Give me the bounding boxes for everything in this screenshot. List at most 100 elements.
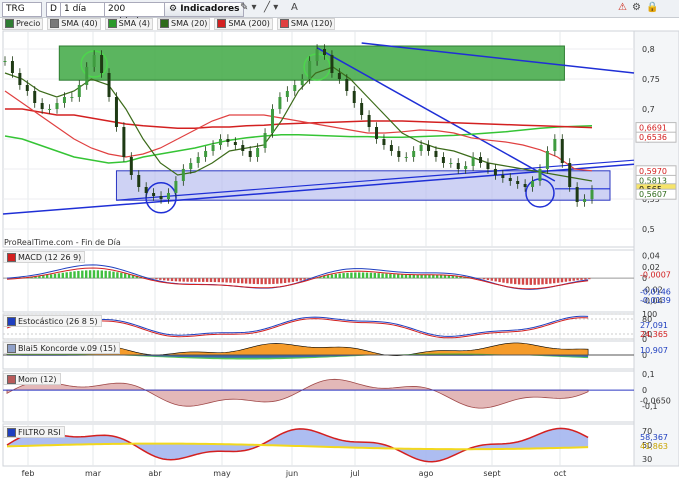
candle-body — [226, 139, 230, 142]
candle-body — [538, 169, 542, 181]
candle-body — [263, 133, 267, 148]
macd-histogram-bar — [182, 278, 185, 282]
macd-histogram-bar — [373, 272, 376, 279]
macd-histogram-bar — [510, 278, 513, 284]
candle-body — [367, 115, 371, 127]
x-tick-label: may — [213, 469, 231, 478]
macd-histogram-bar — [424, 274, 427, 279]
macd-histogram-bar — [252, 278, 256, 284]
macd-histogram-bar — [346, 272, 349, 279]
macd-histogram-bar — [549, 278, 552, 284]
candle-body — [33, 91, 37, 103]
macd-histogram-bar — [205, 278, 209, 282]
macd-histogram-bar — [521, 278, 525, 285]
koncorde-label[interactable]: Blai5 Koncorde v.09 (15) — [3, 342, 121, 354]
macd-histogram-bar — [436, 275, 439, 279]
candle-body — [389, 145, 393, 151]
macd-histogram-bar — [104, 270, 107, 279]
y-tick-label: 0,5 — [642, 225, 655, 234]
macd-histogram-bar — [65, 272, 68, 279]
candle-body — [55, 103, 59, 109]
candle-body — [352, 91, 356, 103]
y-tick-label: 30 — [642, 455, 652, 464]
candle-body — [545, 151, 549, 169]
rsi-swatch — [7, 427, 16, 437]
macd-histogram-bar — [241, 278, 244, 284]
candle-body — [583, 199, 587, 202]
rsi-value-tag: 58,367 — [640, 433, 668, 442]
stoch-label[interactable]: Estocástico (26 8 5) — [3, 315, 102, 327]
candle-body — [270, 109, 274, 133]
candle-body — [25, 85, 29, 91]
candle-body — [285, 91, 289, 97]
macd-label[interactable]: MACD (12 26 9) — [3, 251, 86, 263]
candle-body — [508, 178, 512, 181]
macd-histogram-bar — [358, 272, 361, 279]
macd-histogram-bar — [92, 270, 96, 279]
macd-histogram-bar — [233, 278, 236, 283]
candle-body — [241, 145, 245, 151]
macd-histogram-bar — [541, 278, 544, 285]
price-tag-label: 0,6536 — [639, 133, 667, 142]
candle-body — [308, 61, 312, 79]
x-tick-label: ago — [419, 469, 434, 478]
candle-body — [181, 169, 185, 181]
candle-body — [464, 166, 468, 169]
candle-body — [114, 97, 118, 127]
macd-histogram-bar — [556, 278, 560, 283]
rsi-label[interactable]: FILTRO RSI — [3, 426, 65, 438]
mom-label[interactable]: Mom (12) — [3, 373, 61, 385]
candle-body — [218, 139, 222, 145]
candle-body — [590, 190, 594, 199]
price-tag-label: 0,6691 — [639, 124, 667, 133]
macd-histogram-bar — [303, 278, 306, 280]
candle-body — [493, 169, 497, 175]
candle-body — [62, 97, 66, 103]
macd-histogram-bar — [272, 278, 275, 284]
x-tick-label: jul — [349, 469, 360, 478]
candle-body — [70, 97, 74, 98]
macd-histogram-bar — [88, 270, 92, 279]
macd-histogram-bar — [326, 275, 330, 279]
candle-body — [85, 67, 89, 85]
y-tick-label: 0,8 — [642, 45, 655, 54]
macd-histogram-bar — [506, 278, 509, 284]
macd-histogram-bar — [393, 274, 396, 279]
candle-body — [456, 163, 460, 169]
macd-histogram-bar — [61, 272, 64, 279]
macd-histogram-bar — [545, 278, 548, 285]
candle-body — [166, 193, 170, 199]
macd-histogram-bar — [268, 278, 271, 285]
macd-histogram-bar — [229, 278, 232, 283]
macd-histogram-bar — [295, 278, 298, 282]
macd-histogram-bar — [213, 278, 217, 283]
macd-histogram-bar — [77, 270, 80, 279]
candle-body — [337, 73, 341, 79]
macd-histogram-bar — [85, 270, 88, 279]
momentum-value-tag: -0,0650 — [640, 396, 671, 405]
candle-body — [144, 187, 148, 193]
candle-body — [382, 139, 386, 145]
macd-histogram-bar — [361, 272, 365, 279]
macd-histogram-bar — [100, 270, 103, 279]
rsi-label-text: FILTRO RSI — [18, 427, 61, 437]
candle-body — [174, 181, 178, 193]
candle-body — [3, 61, 7, 62]
macd-histogram-bar — [439, 275, 443, 279]
candle-body — [486, 163, 490, 169]
candle-body — [137, 175, 141, 187]
candle-body — [196, 157, 200, 163]
candle-body — [516, 181, 520, 184]
macd-histogram-bar — [178, 278, 181, 282]
y-tick-label: 0,75 — [642, 75, 660, 84]
candle-body — [107, 73, 111, 97]
macd-histogram-bar — [576, 278, 579, 281]
macd-histogram-bar — [537, 278, 540, 285]
macd-histogram-bar — [502, 278, 505, 283]
macd-histogram-bar — [186, 278, 189, 282]
macd-histogram-bar — [217, 278, 220, 283]
macd-histogram-bar — [517, 278, 521, 285]
candle-body — [293, 85, 297, 91]
macd-histogram-bar — [369, 272, 373, 279]
candle-body — [360, 103, 364, 115]
